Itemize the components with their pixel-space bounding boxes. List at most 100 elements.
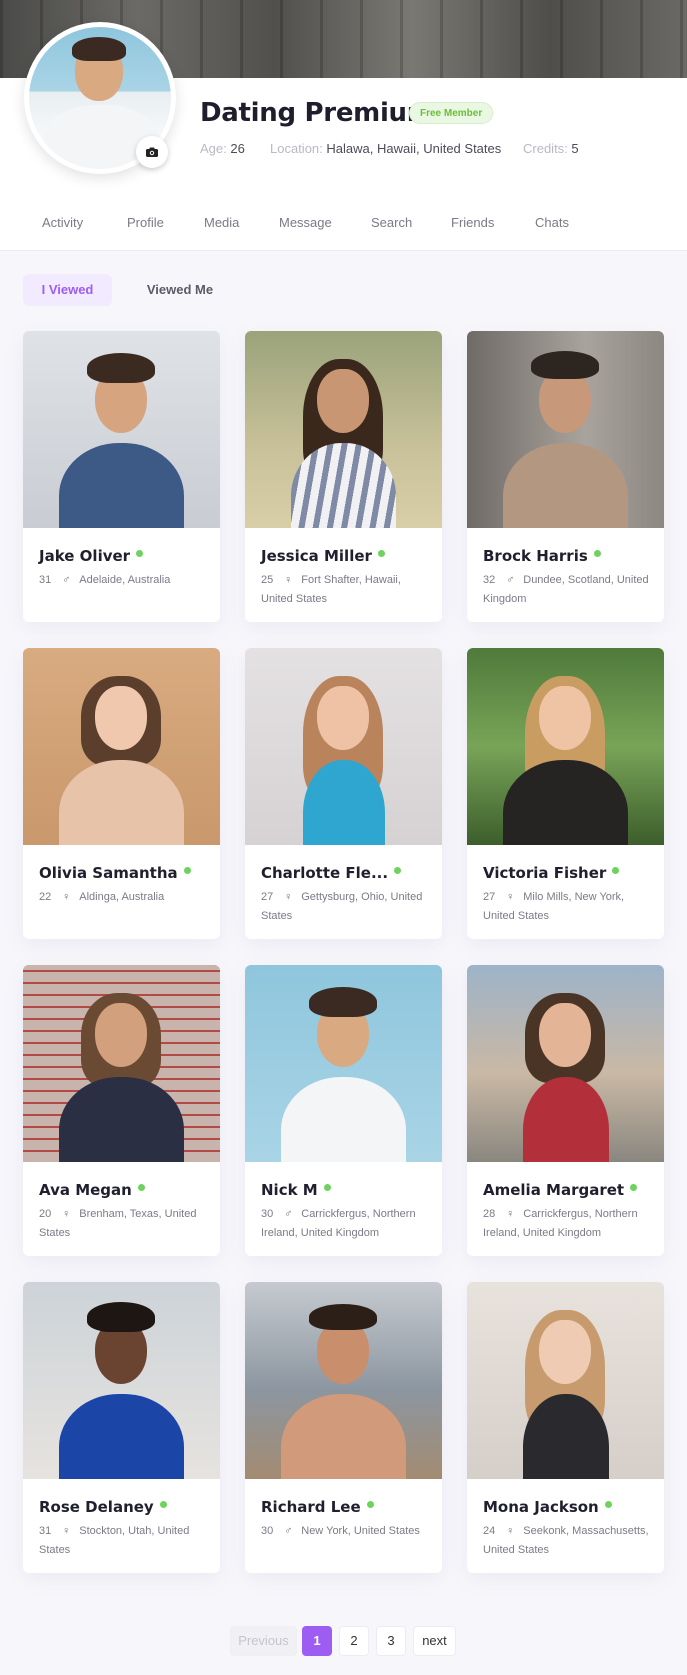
member-card[interactable]: Nick M 30 ♂ Carrickfergus, Northern Irelan… [245,965,442,1256]
member-info: 25 ♀ Fort Shafter, Hawaii, United States [261,571,431,609]
female-icon: ♀ [506,891,515,903]
member-photo[interactable] [23,648,220,845]
online-dot [183,867,191,874]
member-info: 22 ♀ Aldinga, Australia [39,888,209,907]
female-icon: ♀ [62,891,71,903]
female-icon: ♀ [62,1208,71,1220]
member-info: 24 ♀ Seekonk, Massachusetts, United States [483,1522,653,1560]
profile-name: Dating Premium [200,98,434,128]
member-photo[interactable] [467,965,664,1162]
member-card[interactable]: Charlotte Fle... 27 ♀ Gettysburg, Ohio, Un… [245,648,442,939]
female-icon: ♀ [506,1208,515,1220]
credits-label: Credits: [523,141,568,156]
female-icon: ♀ [506,1525,515,1537]
member-info: 30 ♂ New York, United States [261,1522,431,1541]
member-photo[interactable] [245,648,442,845]
member-photo[interactable] [245,1282,442,1479]
location-value: Halawa, Hawaii, United States [326,141,502,156]
page-1-button[interactable]: 1 [302,1626,332,1656]
male-icon: ♂ [284,1525,293,1537]
online-dot [630,1184,638,1191]
online-dot [159,1501,167,1508]
online-dot [137,1184,145,1191]
member-info: 20 ♀ Brenham, Texas, United States [39,1205,209,1243]
tab-i-viewed[interactable]: I Viewed [23,274,112,306]
profile-credits: Credits: 5 [523,141,579,156]
male-icon: ♂ [284,1208,293,1220]
member-info: 31 ♂ Adelaide, Australia [39,571,209,590]
previous-page-button[interactable]: Previous [230,1626,297,1656]
member-name[interactable]: Richard Lee [261,1498,374,1516]
profile-nav-tabs: Activity Profile Media Message Search Fr… [0,215,687,239]
member-card[interactable]: Jessica Miller 25 ♀ Fort Shafter, Hawaii, … [245,331,442,622]
female-icon: ♀ [284,574,293,586]
member-name[interactable]: Ava Megan [39,1181,145,1199]
profile-location: Location: Halawa, Hawaii, United States [270,141,501,156]
member-card[interactable]: Victoria Fisher 27 ♀ Milo Mills, New York,… [467,648,664,939]
online-dot [604,1501,612,1508]
member-info: 30 ♂ Carrickfergus, Northern Ireland, Unit… [261,1205,431,1243]
member-name[interactable]: Olivia Samantha [39,864,191,882]
member-photo[interactable] [467,1282,664,1479]
camera-icon[interactable] [136,136,168,168]
pagination: Previous 1 2 3 next [0,1626,687,1656]
member-name[interactable]: Jake Oliver [39,547,144,565]
member-photo[interactable] [23,1282,220,1479]
member-info: 27 ♀ Milo Mills, New York, United States [483,888,653,926]
tab-media[interactable]: Media [204,215,239,230]
member-info: 32 ♂ Dundee, Scotland, United Kingdom [483,571,653,609]
member-info: 31 ♀ Stockton, Utah, United States [39,1522,209,1560]
member-name[interactable]: Amelia Margaret [483,1181,638,1199]
member-name[interactable]: Mona Jackson [483,1498,612,1516]
female-icon: ♀ [284,891,293,903]
member-card[interactable]: Jake Oliver 31 ♂ Adelaide, Australia [23,331,220,622]
location-label: Location: [270,141,323,156]
online-dot [323,1184,331,1191]
page-2-button[interactable]: 2 [339,1626,369,1656]
member-name[interactable]: Victoria Fisher [483,864,620,882]
member-photo[interactable] [245,965,442,1162]
member-status-badge: Free Member [409,102,494,124]
tab-message[interactable]: Message [279,215,332,230]
member-name[interactable]: Jessica Miller [261,547,385,565]
member-card[interactable]: Mona Jackson 24 ♀ Seekonk, Massachusetts, … [467,1282,664,1573]
member-card[interactable]: Ava Megan 20 ♀ Brenham, Texas, United Stat… [23,965,220,1256]
member-name[interactable]: Charlotte Fle... [261,864,402,882]
tab-profile[interactable]: Profile [127,215,164,230]
member-card[interactable]: Rose Delaney 31 ♀ Stockton, Utah, United S… [23,1282,220,1573]
member-info: 27 ♀ Gettysburg, Ohio, United States [261,888,431,926]
member-info: 28 ♀ Carrickfergus, Northern Ireland, Unit… [483,1205,653,1243]
member-card[interactable]: Richard Lee 30 ♂ New York, United States [245,1282,442,1573]
member-card[interactable]: Amelia Margaret 28 ♀ Carrickfergus, Northe… [467,965,664,1256]
tab-friends[interactable]: Friends [451,215,494,230]
member-photo[interactable] [23,965,220,1162]
member-photo[interactable] [23,331,220,528]
member-photo[interactable] [245,331,442,528]
member-card[interactable]: Olivia Samantha 22 ♀ Aldinga, Australia [23,648,220,939]
age-label: Age: [200,141,227,156]
page-3-button[interactable]: 3 [376,1626,406,1656]
member-photo[interactable] [467,331,664,528]
credits-value: 5 [571,141,579,156]
next-page-button[interactable]: next [413,1626,456,1656]
online-dot [593,550,601,557]
online-dot [612,867,620,874]
male-icon: ♂ [62,574,71,586]
female-icon: ♀ [62,1525,71,1537]
age-value: 26 [230,141,245,156]
tab-chats[interactable]: Chats [535,215,569,230]
member-photo[interactable] [467,648,664,845]
tab-viewed-me[interactable]: Viewed Me [130,274,230,306]
tab-search[interactable]: Search [371,215,412,230]
online-dot [136,550,144,557]
online-dot [377,550,385,557]
male-icon: ♂ [506,574,515,586]
online-dot [366,1501,374,1508]
member-name[interactable]: Rose Delaney [39,1498,167,1516]
profile-age: Age: 26 [200,141,245,156]
member-name[interactable]: Nick M [261,1181,331,1199]
member-card[interactable]: Brock Harris 32 ♂ Dundee, Scotland, United… [467,331,664,622]
member-name[interactable]: Brock Harris [483,547,601,565]
online-dot [394,867,402,874]
tab-activity[interactable]: Activity [42,215,83,230]
